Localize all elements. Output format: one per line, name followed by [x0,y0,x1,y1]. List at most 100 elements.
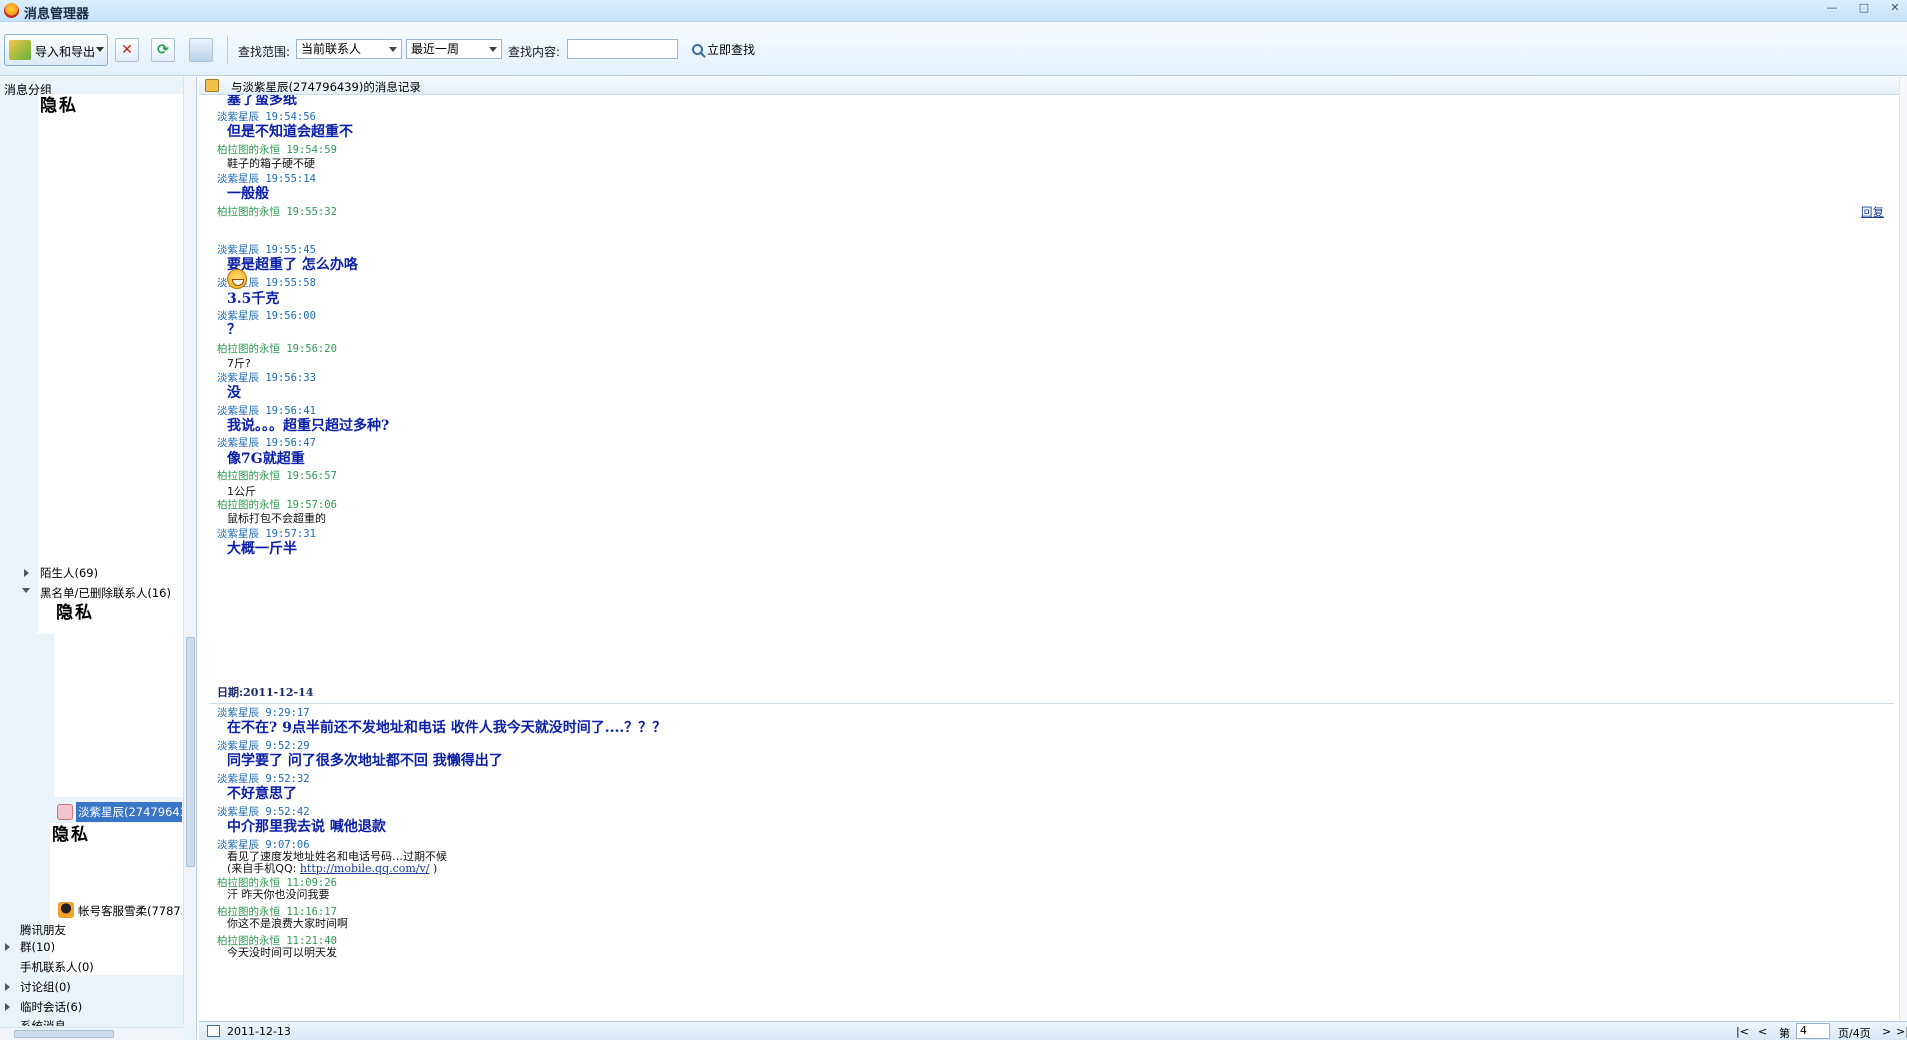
message-body: 要是超重了 怎么办咯 [227,257,358,273]
import-export-button[interactable]: 导入和导出 [4,34,108,66]
privacy-mask [38,94,183,634]
divider [209,703,1894,704]
contact-service[interactable]: 帐号客服雪柔(77873 [78,903,182,919]
message-body: 大概一斤半 [227,541,297,557]
tree-temp-session[interactable]: 临时会话(6) [20,999,82,1015]
chevron-down-icon [96,47,104,52]
search-icon [692,44,703,55]
title-bar: 消息管理器 — □ ✕ [0,0,1907,22]
tree-mobile[interactable]: 手机联系人(0) [20,959,94,975]
message-body: 但是不知道会超重不 [227,124,353,140]
message-body: 3.5千克 [227,291,280,307]
import-export-icon [9,40,31,60]
chevron-down-icon [389,47,397,52]
message-body: 不好意思了 [227,786,297,802]
right-scrollbar[interactable] [1899,77,1907,1024]
toolbar: 导入和导出 ✕ ⟳ 查找范围: 当前联系人 最近一周 查找内容: 立即查找 [0,22,1907,76]
message-body: 鼠标打包不会超重的 [227,512,326,525]
scope-select[interactable]: 当前联系人 [296,39,402,59]
tree-groups[interactable]: 群(10) [20,939,55,955]
qq-penguin-icon [58,902,74,918]
manage-icon[interactable] [189,38,213,62]
history-title: 与淡紫星辰(274796439)的消息记录 [231,80,421,94]
chat-icon [205,79,219,92]
page-prefix: 第 [1779,1027,1790,1040]
period-select[interactable]: 最近一周 [406,39,502,59]
message-list: 淡紫星辰 19:54:39塞了蛮多纸淡紫星辰 19:54:56但是不知道会超重不… [199,77,1899,1024]
chevron-down-icon [489,47,497,52]
reply-link[interactable]: 回复 [1861,204,1884,220]
history-header: 与淡紫星辰(274796439)的消息记录 [199,77,1907,95]
avatar [57,804,73,820]
collapse-icon[interactable] [22,588,30,593]
page-input[interactable]: 4 [1796,1023,1830,1039]
period-select-value: 最近一周 [411,42,460,56]
expand-icon[interactable] [5,1003,10,1011]
message-history-pane: 淡紫星辰 19:54:39塞了蛮多纸淡紫星辰 19:54:56但是不知道会超重不… [199,77,1907,1024]
maximize-button[interactable]: □ [1855,1,1873,15]
qq-logo-icon [4,3,19,18]
message-body: 在不在? 9点半前还不发地址和电话 收件人我今天就没时间了....？？？ [227,720,667,736]
first-page-button[interactable]: |< [1736,1025,1749,1038]
note-prefix: (来自手机QQ: [227,862,300,875]
tree-strangers[interactable]: 陌生人(69) [40,565,98,581]
window-title: 消息管理器 [24,7,90,22]
message-body: 鞋子的箱子硬不硬 [227,157,315,170]
message-header: 柏拉图的永恒 19:56:57 [217,470,337,482]
message-body: 一般般 [227,186,269,202]
message-body: 今天没时间可以明天发 [227,946,337,959]
status-bar: 2011-12-13 |< < 第 4 页/4页 > >| [199,1021,1907,1040]
tree-system[interactable]: 系统消息 [20,1018,66,1026]
search-input[interactable] [567,39,678,59]
minimize-button[interactable]: — [1823,1,1841,15]
scrollbar-thumb[interactable] [14,1030,114,1038]
scope-label: 查找范围: [238,45,291,59]
mobile-qq-link[interactable]: http://mobile.qq.com/v/ [300,862,430,875]
message-body: 7斤? [227,357,251,370]
message-groups-pane: 消息分组 隐私 陌生人(69) 黑名单/已删除联系人(16) 隐私 淡紫星辰(2… [0,77,197,1040]
scrollbar-thumb[interactable] [186,637,195,867]
find-now-label: 立即查找 [707,43,756,57]
expand-icon[interactable] [5,943,10,951]
message-body: 没 [227,385,241,401]
prev-page-button[interactable]: < [1758,1025,1767,1038]
privacy-label: 隐私 [56,603,94,623]
left-scrollbar[interactable] [183,77,196,1024]
contact-selected[interactable]: 淡紫星辰(274796439) [76,802,182,822]
privacy-label: 隐私 [52,825,90,845]
message-body: 我说。。。超重只超过多种? [227,418,390,434]
refresh-button[interactable]: ⟳ [151,38,175,62]
left-hscrollbar[interactable] [0,1027,183,1040]
message-body: ？ [227,322,241,338]
message-body: 汗 昨天你也没问我要 [227,888,330,901]
scope-select-value: 当前联系人 [301,42,362,56]
mobile-source-note: (来自手机QQ: http://mobile.qq.com/v/ ) [227,860,437,876]
delete-button[interactable]: ✕ [115,38,139,62]
find-now-button[interactable]: 立即查找 [692,41,755,58]
import-export-label: 导入和导出 [35,45,96,59]
close-button[interactable]: ✕ [1886,1,1904,15]
tree-tencent-friends[interactable]: 腾讯朋友 [20,922,66,938]
message-header: 柏拉图的永恒 19:55:32 [217,206,337,218]
tree-discussion[interactable]: 讨论组(0) [20,979,71,995]
message-body: 像7G就超重 [227,451,305,467]
calendar-icon[interactable] [207,1025,220,1037]
message-body: 同学要了 问了很多次地址都不回 我懒得出了 [227,753,503,769]
privacy-mask [54,601,183,797]
privacy-label: 隐私 [40,96,78,116]
grin-emoji-icon [227,269,247,289]
next-page-button[interactable]: > [1882,1025,1891,1038]
date-separator: 日期:2011-12-14 [217,686,314,699]
expand-icon[interactable] [5,983,10,991]
message-body: 你这不是浪费大家时间啊 [227,917,348,930]
note-suffix: ) [429,862,438,875]
message-header: 柏拉图的永恒 19:56:20 [217,343,337,355]
last-page-button[interactable]: >| [1896,1025,1907,1038]
page-suffix: 页/4页 [1838,1027,1871,1040]
privacy-mask [50,823,183,975]
toolbar-separator [227,36,228,64]
expand-icon[interactable] [24,569,29,577]
message-body: 中介那里我去说 喊他退款 [227,819,386,835]
content-label: 查找内容: [508,45,561,59]
current-date: 2011-12-13 [227,1025,291,1038]
